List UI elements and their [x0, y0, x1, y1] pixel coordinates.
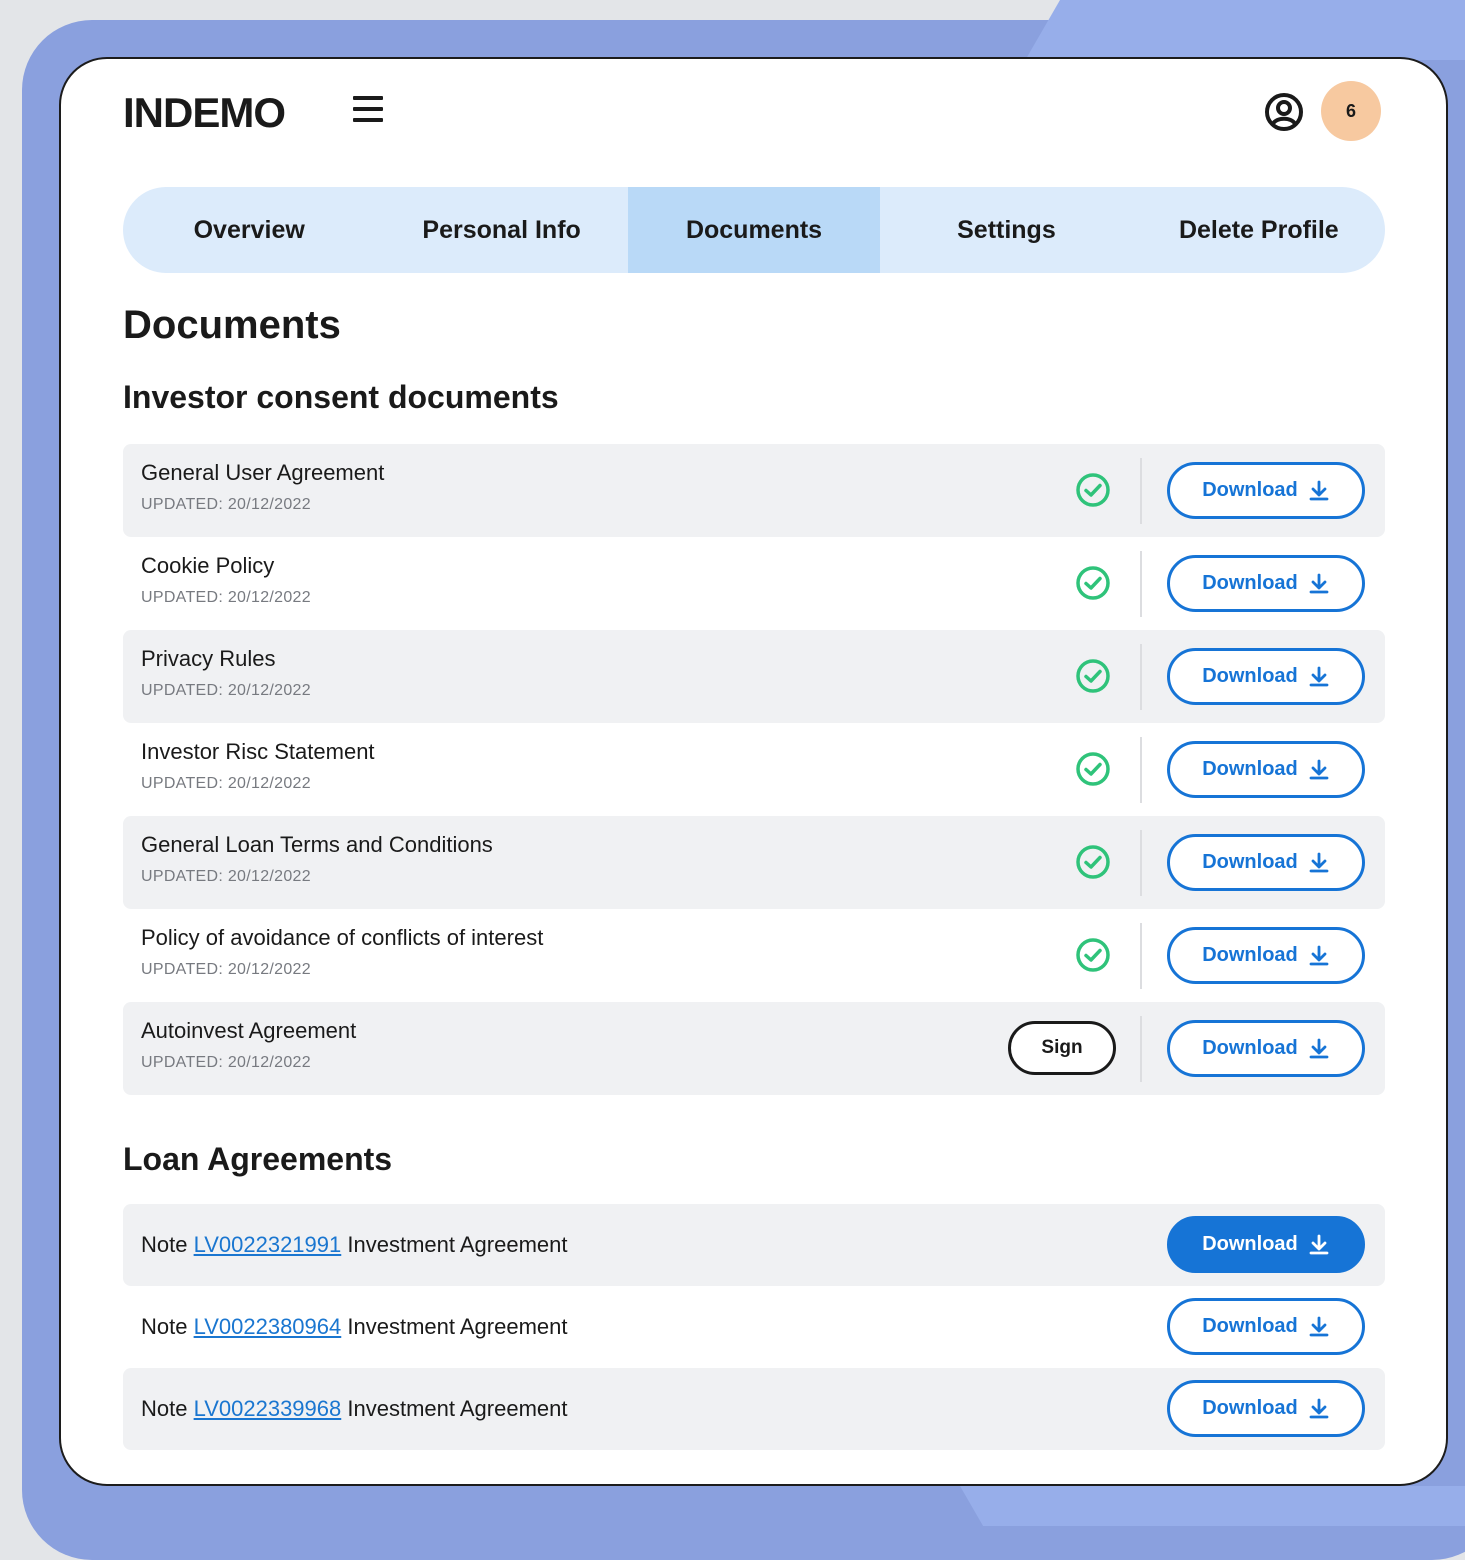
- background-accent: [1025, 0, 1465, 60]
- page-title: Documents: [123, 303, 341, 347]
- user-profile-icon[interactable]: [1264, 92, 1304, 132]
- document-name: General Loan Terms and Conditions: [141, 832, 493, 857]
- download-label: Download: [1202, 758, 1298, 780]
- document-row: Autoinvest Agreement UPDATED: 20/12/2022…: [123, 1002, 1385, 1095]
- divider: [1140, 737, 1142, 803]
- download-button[interactable]: Download: [1167, 927, 1365, 984]
- loan-row: Note LV0022339968 Investment Agreement D…: [123, 1368, 1385, 1450]
- document-row: Cookie Policy UPDATED: 20/12/2022 Downlo…: [123, 537, 1385, 630]
- loan-prefix: Note: [141, 1314, 188, 1339]
- download-button[interactable]: Download: [1167, 555, 1365, 612]
- tab-personal-info[interactable]: Personal Info: [375, 187, 627, 273]
- notification-badge[interactable]: 6: [1321, 81, 1381, 141]
- download-label: Download: [1202, 479, 1298, 501]
- download-button[interactable]: Download: [1167, 648, 1365, 705]
- loan-suffix: Investment Agreement: [347, 1314, 568, 1339]
- tab-delete-profile[interactable]: Delete Profile: [1133, 187, 1385, 273]
- download-label: Download: [1202, 1315, 1298, 1337]
- document-name: General User Agreement: [141, 460, 385, 485]
- document-updated-date: UPDATED: 20/12/2022: [141, 682, 311, 699]
- document-updated-date: UPDATED: 20/12/2022: [141, 868, 311, 885]
- download-label: Download: [1202, 1037, 1298, 1059]
- tab-documents[interactable]: Documents: [627, 187, 881, 273]
- consent-document-list: General User Agreement UPDATED: 20/12/20…: [123, 444, 1385, 1095]
- header: INDEMO 6: [61, 59, 1446, 179]
- divider: [1140, 923, 1142, 989]
- check-circle-icon: [1076, 566, 1110, 600]
- loan-description: Note LV0022321991 Investment Agreement: [141, 1232, 568, 1258]
- download-icon: [1309, 945, 1329, 965]
- loan-row: Note LV0022380964 Investment Agreement D…: [123, 1286, 1385, 1368]
- document-row: Investor Risc Statement UPDATED: 20/12/2…: [123, 723, 1385, 816]
- check-circle-icon: [1076, 473, 1110, 507]
- check-circle-icon: [1076, 752, 1110, 786]
- main-card: INDEMO 6 Overview Personal Info Document…: [59, 57, 1448, 1486]
- download-button[interactable]: Download: [1167, 1216, 1365, 1273]
- loan-agreement-list: Note LV0022321991 Investment Agreement D…: [123, 1204, 1385, 1450]
- loan-description: Note LV0022380964 Investment Agreement: [141, 1314, 568, 1340]
- background-accent-bottom: [960, 1486, 1465, 1526]
- download-label: Download: [1202, 851, 1298, 873]
- loan-code-link[interactable]: LV0022321991: [194, 1232, 342, 1257]
- loan-prefix: Note: [141, 1396, 188, 1421]
- document-row: Policy of avoidance of conflicts of inte…: [123, 909, 1385, 1002]
- document-row: Privacy Rules UPDATED: 20/12/2022 Downlo…: [123, 630, 1385, 723]
- loan-suffix: Investment Agreement: [347, 1396, 568, 1421]
- tab-settings[interactable]: Settings: [880, 187, 1132, 273]
- download-icon: [1309, 1316, 1329, 1336]
- divider: [1140, 830, 1142, 896]
- loan-code-link[interactable]: LV0022380964: [194, 1314, 342, 1339]
- document-updated-date: UPDATED: 20/12/2022: [141, 775, 311, 792]
- download-label: Download: [1202, 572, 1298, 594]
- document-name: Privacy Rules: [141, 646, 276, 671]
- download-button[interactable]: Download: [1167, 462, 1365, 519]
- download-icon: [1309, 759, 1329, 779]
- download-icon: [1309, 666, 1329, 686]
- tab-bar: Overview Personal Info Documents Setting…: [123, 187, 1385, 273]
- download-icon: [1309, 1398, 1329, 1418]
- divider: [1140, 458, 1142, 524]
- tab-overview[interactable]: Overview: [123, 187, 375, 273]
- download-button[interactable]: Download: [1167, 834, 1365, 891]
- document-name: Investor Risc Statement: [141, 739, 375, 764]
- download-icon: [1309, 852, 1329, 872]
- check-circle-icon: [1076, 845, 1110, 879]
- check-circle-icon: [1076, 938, 1110, 972]
- download-icon: [1309, 1038, 1329, 1058]
- download-label: Download: [1202, 1233, 1298, 1255]
- divider: [1140, 1016, 1142, 1082]
- download-button[interactable]: Download: [1167, 741, 1365, 798]
- document-name: Cookie Policy: [141, 553, 275, 578]
- loan-section-title: Loan Agreements: [123, 1141, 393, 1177]
- download-button[interactable]: Download: [1167, 1380, 1365, 1437]
- check-circle-icon: [1076, 659, 1110, 693]
- document-name: Autoinvest Agreement: [141, 1018, 357, 1043]
- loan-description: Note LV0022339968 Investment Agreement: [141, 1396, 568, 1422]
- download-icon: [1309, 573, 1329, 593]
- download-icon: [1309, 480, 1329, 500]
- loan-code-link[interactable]: LV0022339968: [194, 1396, 342, 1421]
- app-logo[interactable]: INDEMO: [123, 89, 286, 137]
- hamburger-menu-icon[interactable]: [353, 96, 383, 124]
- divider: [1140, 551, 1142, 617]
- download-label: Download: [1202, 665, 1298, 687]
- loan-suffix: Investment Agreement: [347, 1232, 568, 1257]
- document-updated-date: UPDATED: 20/12/2022: [141, 961, 311, 978]
- document-updated-date: UPDATED: 20/12/2022: [141, 1054, 311, 1071]
- document-name: Policy of avoidance of conflicts of inte…: [141, 925, 544, 950]
- loan-prefix: Note: [141, 1232, 188, 1257]
- document-row: General User Agreement UPDATED: 20/12/20…: [123, 444, 1385, 537]
- document-row: General Loan Terms and Conditions UPDATE…: [123, 816, 1385, 909]
- consent-section-title: Investor consent documents: [123, 379, 559, 415]
- download-button[interactable]: Download: [1167, 1020, 1365, 1077]
- download-label: Download: [1202, 944, 1298, 966]
- download-button[interactable]: Download: [1167, 1298, 1365, 1355]
- sign-button[interactable]: Sign: [1008, 1021, 1116, 1075]
- loan-row: Note LV0022321991 Investment Agreement D…: [123, 1204, 1385, 1286]
- document-updated-date: UPDATED: 20/12/2022: [141, 496, 311, 513]
- download-label: Download: [1202, 1397, 1298, 1419]
- divider: [1140, 644, 1142, 710]
- download-icon: [1309, 1234, 1329, 1254]
- document-updated-date: UPDATED: 20/12/2022: [141, 589, 311, 606]
